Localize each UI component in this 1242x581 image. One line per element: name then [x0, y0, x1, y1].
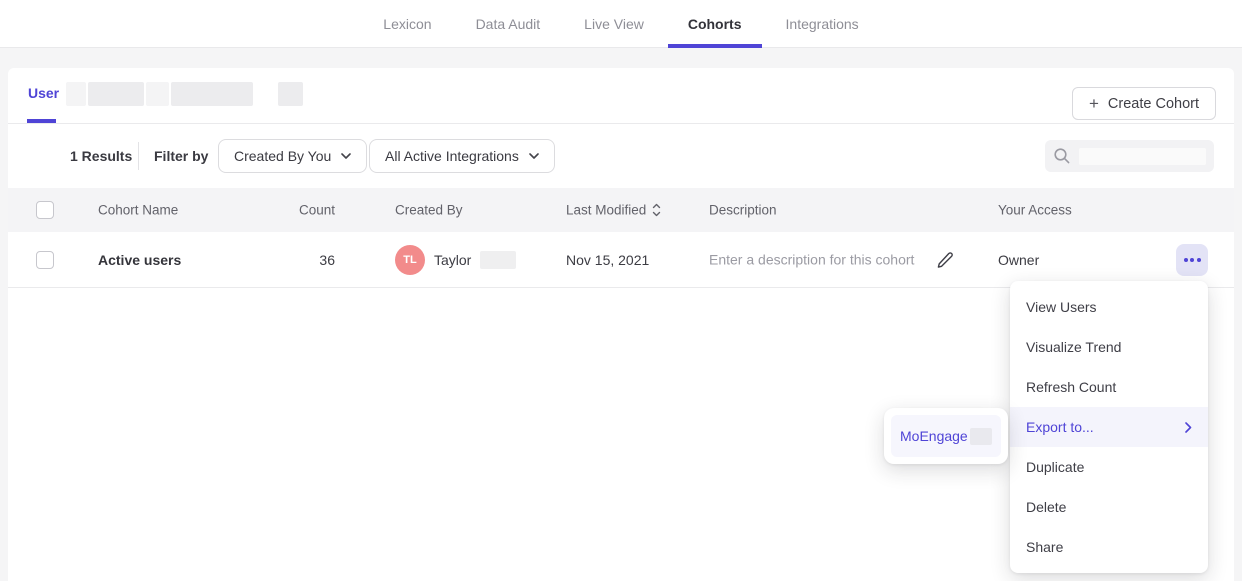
- menu-item-refresh-count[interactable]: Refresh Count: [1010, 367, 1208, 407]
- redacted-block: [970, 428, 992, 445]
- create-cohort-label: Create Cohort: [1108, 96, 1199, 112]
- cohort-name[interactable]: Active users: [98, 252, 181, 268]
- col-header-last-modified[interactable]: Last Modified: [566, 203, 661, 218]
- tab-data-audit[interactable]: Data Audit: [476, 0, 541, 48]
- select-all-checkbox[interactable]: [36, 201, 54, 219]
- row-checkbox[interactable]: [36, 251, 54, 269]
- search-icon: [1053, 147, 1071, 165]
- menu-item-view-users[interactable]: View Users: [1010, 287, 1208, 327]
- description-placeholder[interactable]: Enter a description for this cohort: [709, 252, 914, 268]
- tab-user-cohorts[interactable]: User: [28, 85, 59, 101]
- created-by-dropdown[interactable]: Created By You: [218, 139, 367, 173]
- export-submenu: MoEngage: [884, 408, 1008, 464]
- filter-bar: 1 Results Filter by Created By You All A…: [8, 124, 1234, 188]
- chevron-down-icon: [341, 153, 351, 159]
- divider: [138, 142, 139, 170]
- row-actions-menu: View Users Visualize Trend Refresh Count…: [1010, 281, 1208, 573]
- menu-item-duplicate[interactable]: Duplicate: [1010, 447, 1208, 487]
- table-header-row: Cohort Name Count Created By Last Modifi…: [8, 188, 1234, 232]
- pencil-icon: [936, 250, 955, 269]
- col-header-description[interactable]: Description: [709, 203, 777, 218]
- created-by-name: Taylor: [434, 252, 471, 268]
- create-cohort-button[interactable]: + Create Cohort: [1072, 87, 1216, 120]
- redacted-block: [480, 251, 516, 269]
- col-header-cohort-name[interactable]: Cohort Name: [98, 203, 178, 218]
- redacted-block: [88, 82, 144, 106]
- menu-item-delete[interactable]: Delete: [1010, 487, 1208, 527]
- menu-item-visualize-trend[interactable]: Visualize Trend: [1010, 327, 1208, 367]
- tab-integrations[interactable]: Integrations: [786, 0, 859, 48]
- table-row[interactable]: Active users 36 TL Taylor Nov 15, 2021 E…: [8, 232, 1234, 288]
- redacted-block: [66, 82, 86, 106]
- avatar: TL: [395, 245, 425, 275]
- sort-icon: [652, 204, 661, 217]
- redacted-block: [278, 82, 303, 106]
- active-tab-underline: [668, 44, 762, 48]
- submenu-item-moengage[interactable]: MoEngage: [891, 415, 1001, 457]
- top-navigation: Lexicon Data Audit Live View Cohorts Int…: [0, 0, 1242, 48]
- tab-lexicon[interactable]: Lexicon: [383, 0, 431, 48]
- tab-cohorts[interactable]: Cohorts: [688, 0, 742, 48]
- filter-by-label: Filter by: [154, 148, 208, 164]
- col-header-count[interactable]: Count: [238, 203, 335, 218]
- col-header-created-by[interactable]: Created By: [395, 203, 463, 218]
- row-actions-button[interactable]: [1176, 244, 1208, 276]
- tab-live-view[interactable]: Live View: [584, 0, 644, 48]
- redacted-block: [146, 82, 169, 106]
- menu-item-export-to[interactable]: Export to...: [1010, 407, 1208, 447]
- plus-icon: +: [1089, 95, 1099, 112]
- last-modified-date: Nov 15, 2021: [566, 252, 649, 268]
- redacted-block: [1079, 148, 1206, 165]
- menu-item-share[interactable]: Share: [1010, 527, 1208, 567]
- cohort-count: 36: [238, 252, 335, 268]
- access-level: Owner: [998, 252, 1039, 268]
- edit-description-button[interactable]: [936, 250, 955, 269]
- cohorts-panel-header: User + Create Cohort: [8, 68, 1234, 124]
- results-count: 1 Results: [70, 148, 132, 164]
- chevron-down-icon: [529, 153, 539, 159]
- dots-icon: [1184, 258, 1188, 262]
- col-header-your-access[interactable]: Your Access: [998, 203, 1072, 218]
- user-tab-underline: [27, 119, 56, 123]
- chevron-right-icon: [1185, 422, 1192, 433]
- redacted-block: [171, 82, 253, 106]
- integrations-filter-dropdown[interactable]: All Active Integrations: [369, 139, 555, 173]
- search-input[interactable]: [1045, 140, 1214, 172]
